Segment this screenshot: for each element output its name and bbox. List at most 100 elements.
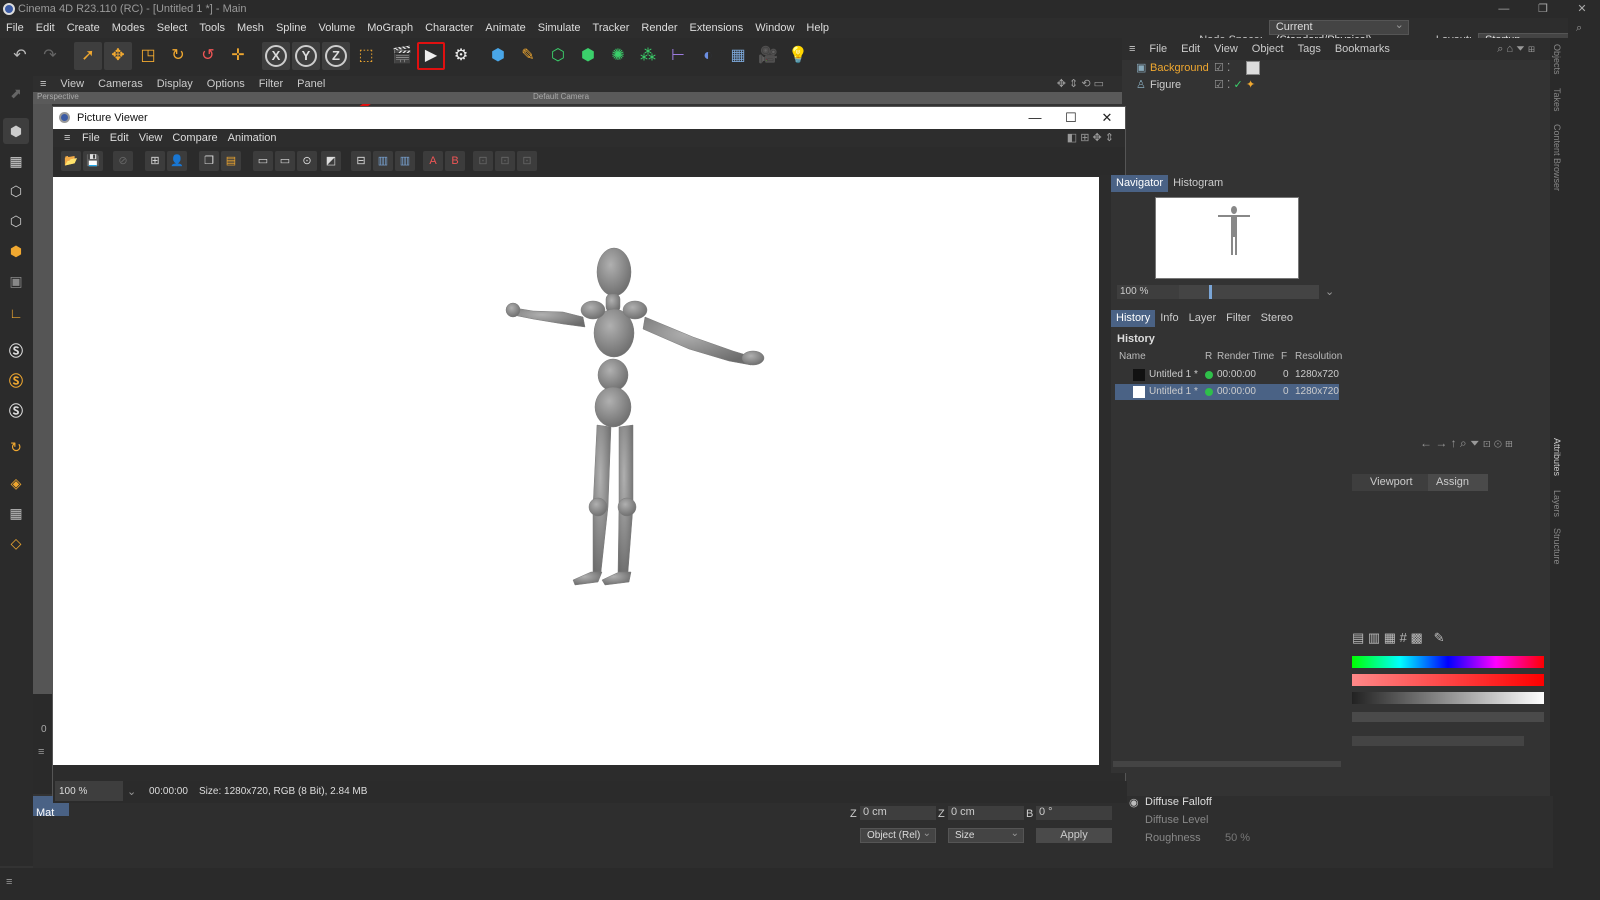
zoom-slider-handle[interactable] <box>1209 285 1212 299</box>
tab-histogram[interactable]: Histogram <box>1168 175 1228 192</box>
bottom-menu-icon[interactable]: ≡ <box>6 876 12 888</box>
menu-volume[interactable]: Volume <box>313 18 362 38</box>
menu-select[interactable]: Select <box>151 18 194 38</box>
z1-field[interactable]: 0 cm <box>860 806 936 820</box>
menu-create[interactable]: Create <box>61 18 106 38</box>
viewport-tab-button[interactable]: Viewport <box>1370 474 1413 491</box>
objects-search-icons[interactable]: ⌕ ⌂ ⏷ ⊞ <box>1490 38 1542 60</box>
search-icon[interactable]: ⌕ <box>1576 22 1582 35</box>
object-mode-dropdown[interactable]: Object (Rel) <box>860 827 936 843</box>
select-icon[interactable]: ➚ <box>74 42 102 70</box>
menu-tracker[interactable]: Tracker <box>587 18 636 38</box>
deformer-icon[interactable]: ⊢ <box>664 42 692 70</box>
menu-render[interactable]: Render <box>635 18 683 38</box>
cloner-icon[interactable]: ✺ <box>604 42 632 70</box>
move-axis-icon[interactable]: ✛ <box>224 42 252 70</box>
render-view-icon[interactable]: ▶ <box>417 42 445 70</box>
attribute-nav-icons[interactable]: ← → ↑ ⌕ ⏷ ⊡ ⊙ ⊞ <box>1420 436 1513 451</box>
pv-maximize-icon[interactable]: ☐ <box>1053 107 1089 129</box>
pv-menu-file[interactable]: File <box>77 132 105 144</box>
history-row-selected[interactable]: Untitled 1 * 00:00:00 0 1280x720 <box>1115 384 1339 400</box>
viewport-menu-display[interactable]: Display <box>150 78 200 90</box>
node-space-dropdown[interactable]: Current (Standard/Physical) <box>1268 19 1409 46</box>
menu-extensions[interactable]: Extensions <box>683 18 749 38</box>
pv-open-icon[interactable]: 📂 <box>61 151 81 171</box>
snap-settings-icon[interactable]: Ⓢ <box>3 368 29 394</box>
tab-filter[interactable]: Filter <box>1221 310 1255 327</box>
viewport-menu-options[interactable]: Options <box>200 78 252 90</box>
tab-info[interactable]: Info <box>1155 310 1183 327</box>
status-zoom-field[interactable]: 100 % <box>55 781 123 801</box>
pv-hamburger-icon[interactable]: ≡ <box>59 129 75 147</box>
value-slider[interactable] <box>1352 692 1544 704</box>
light-icon[interactable]: 💡 <box>784 42 812 70</box>
pv-menu-edit[interactable]: Edit <box>105 132 134 144</box>
hue-slider[interactable] <box>1352 656 1544 668</box>
pv-set-b-icon[interactable]: B <box>445 151 465 171</box>
history-scrollbar[interactable] <box>1113 761 1341 767</box>
tab-takes[interactable]: Takes <box>1552 88 1562 112</box>
navigator-zoom-field[interactable]: 100 % <box>1117 285 1179 299</box>
model-mode-icon[interactable]: ⬢ <box>3 118 29 144</box>
pen-icon[interactable]: ✎ <box>514 42 542 70</box>
objects-hamburger-icon[interactable]: ≡ <box>1122 43 1142 55</box>
scale-icon[interactable]: ◳ <box>134 42 162 70</box>
pv-stop-icon[interactable]: ⊘ <box>113 151 133 171</box>
pv-toggle-icon[interactable]: ⊡ <box>517 151 537 171</box>
menu-animate[interactable]: Animate <box>479 18 531 38</box>
material-tag-icon[interactable] <box>1246 61 1260 75</box>
visibility-dots-icon[interactable]: ☑ ⁚ <box>1214 60 1230 77</box>
snap-icon[interactable]: Ⓢ <box>3 338 29 364</box>
saturation-slider[interactable] <box>1352 674 1544 686</box>
viewport-menu-cameras[interactable]: Cameras <box>91 78 150 90</box>
uv-mode-icon[interactable]: ▣ <box>3 268 29 294</box>
menu-mograph[interactable]: MoGraph <box>361 18 419 38</box>
viewport-menu-filter[interactable]: Filter <box>252 78 290 90</box>
camera-icon[interactable]: 🎥 <box>754 42 782 70</box>
pv-split-icon[interactable]: ▥ <box>373 151 393 171</box>
x-axis-button[interactable]: X <box>262 42 290 70</box>
assign-tab-button[interactable]: Assign <box>1428 474 1488 491</box>
objects-menu-tags[interactable]: Tags <box>1291 43 1328 55</box>
edges-mode-icon[interactable]: ⬡ <box>3 208 29 234</box>
menu-help[interactable]: Help <box>800 18 835 38</box>
minimize-icon[interactable]: — <box>1486 0 1522 18</box>
pv-menu-view[interactable]: View <box>134 132 168 144</box>
history-col-name[interactable]: Name <box>1119 351 1146 362</box>
texture-field[interactable] <box>1352 736 1524 746</box>
visibility-check-icon[interactable]: ☑ ⁚ ✓ <box>1214 77 1243 94</box>
objects-menu-view[interactable]: View <box>1207 43 1245 55</box>
tab-objects[interactable]: Objects <box>1552 44 1562 75</box>
viewport-menu-panel[interactable]: Panel <box>290 78 332 90</box>
menu-edit[interactable]: Edit <box>30 18 61 38</box>
extrude-icon[interactable]: ⬢ <box>574 42 602 70</box>
pv-swap-icon[interactable]: ▥ <box>395 151 415 171</box>
pv-menu-animation[interactable]: Animation <box>223 132 282 144</box>
menu-tools[interactable]: Tools <box>193 18 231 38</box>
subdivide-icon[interactable]: ⬡ <box>544 42 572 70</box>
workplane-icon[interactable]: ◈ <box>3 470 29 496</box>
pv-user-icon[interactable]: 👤 <box>167 151 187 171</box>
move-icon[interactable]: ✥ <box>104 42 132 70</box>
history-col-r[interactable]: R <box>1205 351 1212 362</box>
viewport-nav-icons[interactable]: ✥ ⇕ ⟲ ▭ <box>1050 76 1111 92</box>
pv-minimize-icon[interactable]: — <box>1017 107 1053 129</box>
psr-icon[interactable]: ↺ <box>194 42 222 70</box>
objects-menu-edit[interactable]: Edit <box>1174 43 1207 55</box>
restore-icon[interactable]: ❐ <box>1525 0 1561 18</box>
objects-menu-file[interactable]: File <box>1142 43 1174 55</box>
pv-copy-icon[interactable]: ❐ <box>199 151 219 171</box>
status-zoom-dropdown-icon[interactable]: ⌄ <box>127 781 136 803</box>
pv-compare-icon[interactable]: ⊡ <box>473 151 493 171</box>
menu-spline[interactable]: Spline <box>270 18 313 38</box>
navigator-zoom-slider[interactable] <box>1179 285 1319 299</box>
menu-window[interactable]: Window <box>749 18 800 38</box>
redo-icon[interactable]: ↷ <box>36 42 64 70</box>
polygons-mode-icon[interactable]: ⬢ <box>3 238 29 264</box>
pv-menu-compare[interactable]: Compare <box>167 132 222 144</box>
history-col-f[interactable]: F <box>1281 351 1287 362</box>
apply-button[interactable]: Apply <box>1036 828 1112 843</box>
magnet-icon[interactable]: ↻ <box>3 434 29 460</box>
brightness-slider[interactable] <box>1352 712 1544 722</box>
objects-menu-bookmarks[interactable]: Bookmarks <box>1328 43 1397 55</box>
